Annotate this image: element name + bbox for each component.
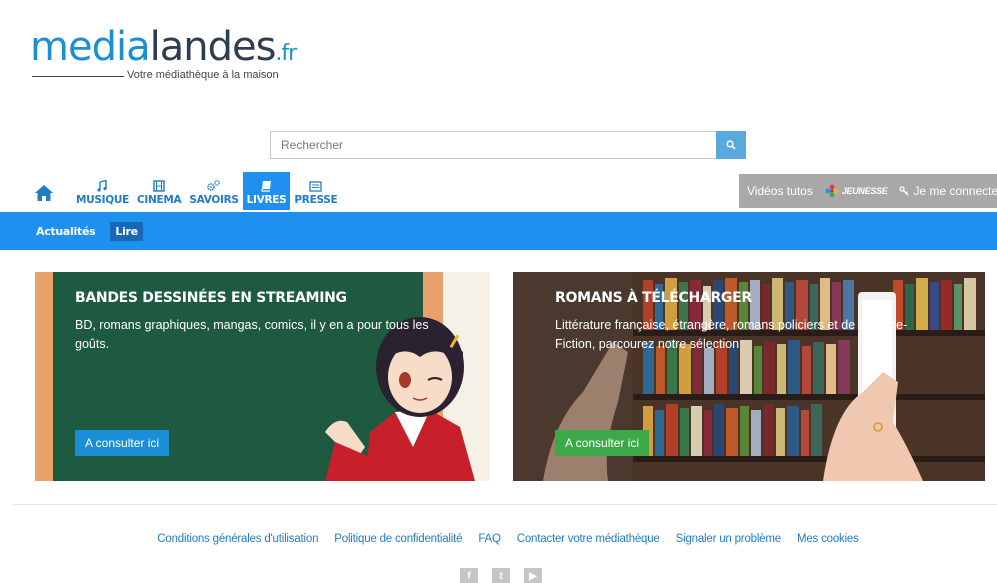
card-description: BD, romans graphiques, mangas, comics, i… (75, 318, 429, 351)
nav-item-label: MUSIQUE (76, 194, 129, 206)
login-link[interactable]: Je me connecte (899, 184, 997, 198)
nav-item-livres[interactable]: LIVRES (242, 172, 291, 210)
logo-part-media: media (30, 24, 151, 70)
login-label: Je me connecte (913, 184, 997, 198)
footer-link-contact[interactable]: Contacter votre médiathèque (517, 533, 660, 545)
youtube-icon[interactable]: ▶ (524, 568, 542, 583)
nav-item-label: SAVOIRS (189, 194, 239, 206)
logo-tagline: Votre médiathèque à la maison (127, 69, 279, 81)
film-icon (153, 179, 165, 193)
consult-bd-button[interactable]: A consulter ici (75, 430, 170, 456)
site-logo[interactable]: medialandes.fr Votre médiathèque à la ma… (30, 22, 297, 84)
consult-romans-button[interactable]: A consulter ici (555, 430, 650, 456)
card-title: ROMANS À TÉLÉCHARGER (555, 290, 752, 306)
jeunesse-label: JEUNESSE (841, 186, 888, 196)
social-links: f t ▶ (460, 568, 542, 583)
tools-bar: Vidéos tutos JEUNESSE Je me connecte (739, 174, 997, 208)
sub-nav-actualites[interactable]: Actualités (31, 222, 100, 241)
nav-item-label: CINEMA (136, 194, 182, 206)
sub-nav: Actualités Lire (0, 212, 997, 250)
key-icon (899, 186, 909, 196)
card-romans[interactable]: ROMANS À TÉLÉCHARGER Littérature françai… (513, 272, 985, 481)
book-icon (261, 179, 272, 193)
tutorial-videos-link[interactable]: Vidéos tutos (747, 184, 813, 198)
nav-home-button[interactable] (30, 176, 58, 210)
newspaper-icon (309, 179, 323, 193)
jeunesse-link[interactable]: JEUNESSE (825, 184, 888, 198)
card-bandes-dessinees[interactable]: BANDES DESSINÉES EN STREAMING BD, romans… (35, 272, 490, 481)
nav-item-label: LIVRES (246, 194, 287, 206)
footer-link-cookies[interactable]: Mes cookies (797, 533, 859, 545)
gears-icon (207, 179, 221, 193)
nav-item-cinema[interactable]: CINEMA (133, 172, 185, 210)
sub-nav-lire[interactable]: Lire (110, 221, 143, 241)
nav-item-savoirs[interactable]: SAVOIRS (185, 172, 242, 210)
facebook-icon[interactable]: f (460, 568, 478, 583)
logo-part-landes: landes (149, 24, 277, 70)
search-bar (270, 131, 746, 159)
nav-item-label: PRESSE (294, 194, 338, 206)
search-icon (726, 140, 736, 150)
music-note-icon (97, 179, 108, 193)
search-input[interactable] (270, 131, 716, 159)
footer-links: Conditions générales d'utilisation Polit… (0, 533, 997, 545)
jeunesse-flower-icon (825, 184, 839, 198)
card-description: Littérature française, étrangère, romans… (555, 318, 908, 351)
footer-link-faq[interactable]: FAQ (478, 533, 501, 545)
nav-item-presse[interactable]: PRESSE (290, 172, 341, 210)
logo-part-fr: .fr (275, 41, 297, 66)
footer-link-cgu[interactable]: Conditions générales d'utilisation (157, 533, 318, 545)
card-title: BANDES DESSINÉES EN STREAMING (75, 290, 347, 306)
content-panel: BANDES DESSINÉES EN STREAMING BD, romans… (13, 250, 997, 505)
logo-underline (32, 76, 124, 77)
search-button[interactable] (716, 131, 746, 159)
footer-link-report[interactable]: Signaler un problème (676, 533, 782, 545)
footer-link-privacy[interactable]: Politique de confidentialité (334, 533, 462, 545)
main-nav: MUSIQUE CINEMA SAVOIRS LIVRES PRESSE (30, 172, 341, 210)
twitter-icon[interactable]: t (492, 568, 510, 583)
home-icon (35, 185, 53, 201)
nav-item-musique[interactable]: MUSIQUE (72, 172, 133, 210)
